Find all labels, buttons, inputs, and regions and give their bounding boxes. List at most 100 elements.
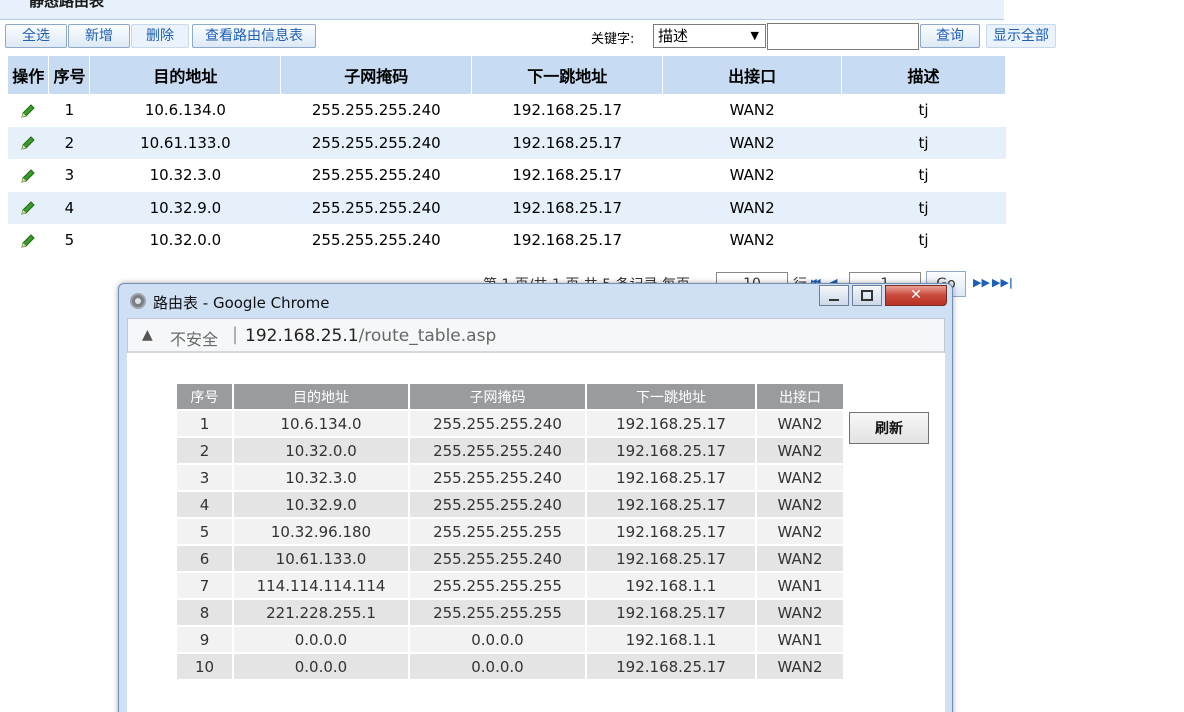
cell-gateway: 192.168.25.17 <box>471 159 663 192</box>
page-title: 静态路由表 <box>29 0 105 10</box>
keyword-input[interactable] <box>767 23 919 50</box>
url-host: 192.168.25.1 <box>245 326 359 346</box>
cell-mask: 0.0.0.0 <box>410 654 585 679</box>
chrome-icon <box>130 293 146 309</box>
pencil-icon[interactable] <box>19 102 37 120</box>
cell-dest: 114.114.114.114 <box>234 573 408 598</box>
cell-gateway: 192.168.1.1 <box>587 627 755 652</box>
cell-index: 4 <box>177 492 232 517</box>
cell-mask: 255.255.255.255 <box>410 600 585 625</box>
cell-mask: 255.255.255.240 <box>280 191 472 224</box>
cell-interface: WAN2 <box>662 191 842 224</box>
cell-index: 2 <box>48 126 90 159</box>
table-header-row: 操作 序号 目的地址 子网掩码 下一跳地址 出接口 描述 <box>8 56 1006 94</box>
cell-index: 5 <box>177 519 232 544</box>
table-row: 4 10.32.9.0 255.255.255.240 192.168.25.17 WA… <box>8 191 1006 224</box>
cell-gateway: 192.168.1.1 <box>587 573 755 598</box>
cell-gateway: 192.168.25.17 <box>471 94 663 127</box>
table-row: 5 10.32.96.180 255.255.255.255 192.168.25.1… <box>177 519 843 544</box>
cell-index: 4 <box>48 191 90 224</box>
query-button[interactable]: 查询 <box>920 24 980 48</box>
cell-mask: 255.255.255.240 <box>410 411 585 436</box>
table-header-row: 序号 目的地址 子网掩码 下一跳地址 出接口 <box>177 384 843 409</box>
last-page-icon[interactable]: ▶▶| <box>992 276 1013 289</box>
minimize-icon <box>829 299 839 301</box>
cell-dest: 10.32.9.0 <box>234 492 408 517</box>
col-header-index: 序号 <box>48 56 91 94</box>
edit-cell[interactable] <box>8 191 49 224</box>
col-header-mask: 子网掩码 <box>280 56 473 94</box>
cell-dest: 0.0.0.0 <box>234 654 408 679</box>
next-page-icon[interactable]: ▶▶ <box>973 276 990 289</box>
edit-cell[interactable] <box>8 126 49 159</box>
cell-gateway: 192.168.25.17 <box>471 191 663 224</box>
cell-mask: 255.255.255.240 <box>280 224 472 257</box>
close-button[interactable]: ✕ <box>885 285 947 306</box>
cell-interface: WAN2 <box>662 126 842 159</box>
cell-mask: 255.255.255.240 <box>280 126 472 159</box>
pencil-icon[interactable] <box>19 232 37 250</box>
cell-index: 5 <box>48 224 90 257</box>
cell-desc: tj <box>841 191 1006 224</box>
cell-index: 10 <box>177 654 232 679</box>
pencil-icon[interactable] <box>19 134 37 152</box>
delete-button[interactable]: 删除 <box>131 24 189 48</box>
cell-dest: 10.32.0.0 <box>89 224 281 257</box>
maximize-icon <box>861 290 873 301</box>
cell-gateway: 192.168.25.17 <box>587 519 755 544</box>
maximize-button[interactable] <box>852 285 882 306</box>
pencil-icon[interactable] <box>19 199 37 217</box>
col-header-action: 操作 <box>8 56 50 94</box>
keyword-label: 关键字: <box>591 32 635 47</box>
cell-interface: WAN1 <box>757 573 843 598</box>
close-icon: ✕ <box>910 287 922 303</box>
popup-titlebar[interactable]: 路由表 - Google Chrome ✕ <box>119 284 952 318</box>
cell-interface: WAN2 <box>662 224 842 257</box>
table-row: 7 114.114.114.114 255.255.255.255 192.168.1… <box>177 573 843 598</box>
cell-interface: WAN2 <box>757 654 843 679</box>
cell-mask: 255.255.255.240 <box>280 159 472 192</box>
select-all-button[interactable]: 全选 <box>5 24 67 48</box>
cell-dest: 10.32.3.0 <box>234 465 408 490</box>
cell-index: 7 <box>177 573 232 598</box>
table-row: 6 10.61.133.0 255.255.255.240 192.168.25.17… <box>177 546 843 571</box>
cell-dest: 221.228.255.1 <box>234 600 408 625</box>
static-route-table: 操作 序号 目的地址 子网掩码 下一跳地址 出接口 描述 1 10.6.134.0… <box>8 56 1006 257</box>
popup-window-title: 路由表 - Google Chrome <box>153 294 330 312</box>
table-row: 8 221.228.255.1 255.255.255.255 192.168.25.… <box>177 600 843 625</box>
cell-interface: WAN2 <box>662 159 842 192</box>
table-row: 5 10.32.0.0 255.255.255.240 192.168.25.17 WA… <box>8 224 1006 257</box>
minimize-button[interactable] <box>819 285 849 306</box>
show-all-button[interactable]: 显示全部 <box>986 24 1056 48</box>
table-row: 1 10.6.134.0 255.255.255.240 192.168.25.17 W… <box>8 94 1006 127</box>
router-admin-page: 静态路由表 全选 新增 删除 查看路由信息表 关键字: 描述 ▼ 查询 显示全部… <box>0 0 1184 712</box>
edit-cell[interactable] <box>8 159 49 192</box>
cell-interface: WAN2 <box>757 465 843 490</box>
cell-desc: tj <box>841 126 1006 159</box>
cell-mask: 255.255.255.255 <box>410 519 585 544</box>
refresh-button[interactable]: 刷新 <box>849 412 929 444</box>
col-header-gateway: 下一跳地址 <box>587 384 755 409</box>
cell-interface: WAN2 <box>757 492 843 517</box>
address-bar[interactable]: ▲ 不安全 | 192.168.25.1/route_table.asp <box>127 318 945 353</box>
keyword-field-select[interactable]: 描述 ▼ <box>653 24 766 48</box>
cell-mask: 255.255.255.240 <box>410 465 585 490</box>
table-row: 2 10.61.133.0 255.255.255.240 192.168.25.17… <box>8 126 1006 159</box>
table-row: 3 10.32.3.0 255.255.255.240 192.168.25.17 WA… <box>8 159 1006 192</box>
cell-desc: tj <box>841 159 1006 192</box>
edit-cell[interactable] <box>8 224 49 257</box>
cell-interface: WAN2 <box>757 519 843 544</box>
cell-gateway: 192.168.25.17 <box>587 546 755 571</box>
warning-triangle-icon: ▲ <box>142 327 153 343</box>
edit-cell[interactable] <box>8 94 49 127</box>
cell-dest: 10.32.3.0 <box>89 159 281 192</box>
cell-mask: 255.255.255.255 <box>410 573 585 598</box>
view-route-info-button[interactable]: 查看路由信息表 <box>192 24 316 48</box>
add-button[interactable]: 新增 <box>68 24 130 48</box>
cell-index: 1 <box>177 411 232 436</box>
table-row: 2 10.32.0.0 255.255.255.240 192.168.25.17 WA… <box>177 438 843 463</box>
cell-index: 3 <box>48 159 90 192</box>
cell-interface: WAN2 <box>757 600 843 625</box>
pencil-icon[interactable] <box>19 167 37 185</box>
cell-index: 3 <box>177 465 232 490</box>
